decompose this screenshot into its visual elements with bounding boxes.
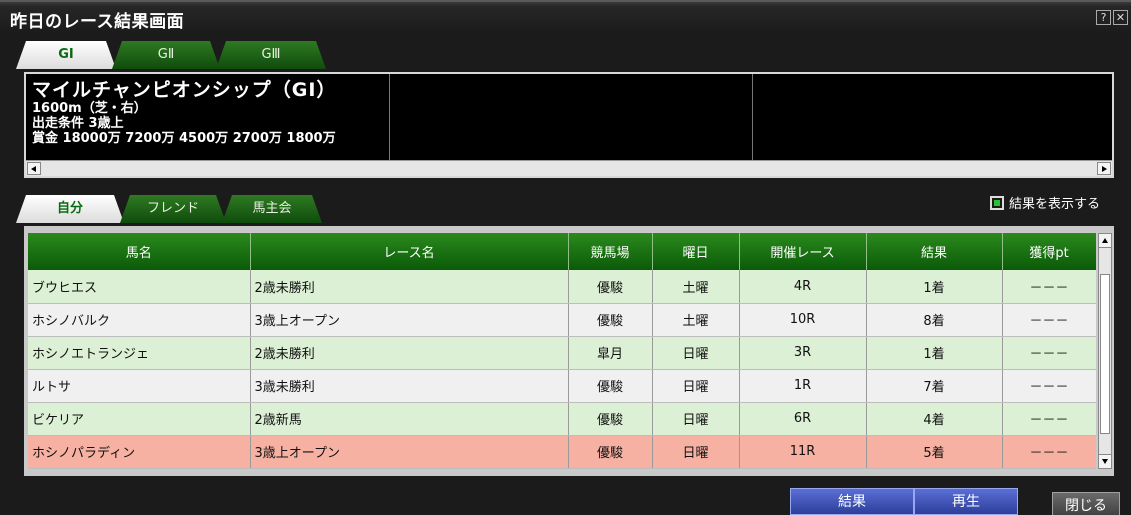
table-row[interactable]: ホシノエトランジェ 2歳未勝利 皐月 日曜 3R 1着 －－－ bbox=[28, 336, 1096, 370]
day-cell: 土曜 bbox=[652, 303, 740, 337]
close-button[interactable]: 閉じる bbox=[1052, 492, 1120, 515]
col-race-name[interactable]: レース名 bbox=[250, 233, 569, 270]
result-cell: 7着 bbox=[866, 369, 1003, 403]
help-button[interactable]: ? bbox=[1096, 10, 1111, 25]
result-cell: 4着 bbox=[866, 402, 1003, 436]
horse-name-cell: ビケリア bbox=[28, 402, 251, 436]
result-button[interactable]: 結果 bbox=[790, 488, 914, 515]
race-number-cell: 3R bbox=[739, 336, 867, 370]
race-info-panel: マイルチャンピオンシップ（GⅠ） 1600m（芝・右） 出走条件 3歳上 賞金 … bbox=[24, 72, 1114, 178]
course-cell: 皐月 bbox=[568, 336, 653, 370]
race-number-cell: 6R bbox=[739, 402, 867, 436]
col-day[interactable]: 曜日 bbox=[652, 233, 740, 270]
race-number-cell: 11R bbox=[739, 435, 867, 469]
race-number-cell: 1R bbox=[739, 369, 867, 403]
show-results-checkbox[interactable] bbox=[990, 195, 1004, 210]
points-cell: －－－ bbox=[1002, 369, 1096, 403]
race-number-cell: 10R bbox=[739, 303, 867, 337]
col-course[interactable]: 競馬場 bbox=[568, 233, 653, 270]
day-cell: 日曜 bbox=[652, 402, 740, 436]
group-tabs: 自分 フレンド 馬主会 bbox=[16, 195, 316, 223]
result-cell: 5着 bbox=[866, 435, 1003, 469]
day-cell: 土曜 bbox=[652, 270, 740, 304]
close-window-button[interactable]: ✕ bbox=[1113, 10, 1128, 25]
race-prize: 賞金 18000万 7200万 4500万 2700万 1800万 bbox=[32, 130, 336, 146]
results-table-wrap: 馬名 レース名 競馬場 曜日 開催レース 結果 獲得pt ブウヒエス 2歳未勝利優… bbox=[28, 233, 1096, 473]
day-cell: 日曜 bbox=[652, 369, 740, 403]
day-cell: 日曜 bbox=[652, 435, 740, 469]
points-cell: －－－ bbox=[1002, 402, 1096, 436]
horse-name-cell: ホシノバルク bbox=[28, 303, 251, 337]
race-column-2 bbox=[390, 74, 753, 160]
title-bar: 昨日のレース結果画面 ? ✕ bbox=[0, 0, 1131, 32]
course-cell: 優駿 bbox=[568, 270, 653, 304]
day-cell: 日曜 bbox=[652, 336, 740, 370]
tab-g1[interactable]: GⅠ bbox=[16, 41, 116, 69]
results-table: 馬名 レース名 競馬場 曜日 開催レース 結果 獲得pt ブウヒエス 2歳未勝利優… bbox=[28, 233, 1096, 469]
scroll-down-icon[interactable] bbox=[1099, 454, 1111, 468]
horse-name-cell: ルトサ bbox=[28, 369, 251, 403]
course-cell: 優駿 bbox=[568, 369, 653, 403]
course-cell: 優駿 bbox=[568, 435, 653, 469]
table-row[interactable]: ホシノパラディン 3歳上オープン 優駿 日曜 11R 5着 －－－ bbox=[28, 435, 1096, 469]
horse-name-cell: ホシノエトランジェ bbox=[28, 336, 251, 370]
replay-button[interactable]: 再生 bbox=[914, 488, 1018, 515]
col-result[interactable]: 結果 bbox=[866, 233, 1003, 270]
col-points[interactable]: 獲得pt bbox=[1002, 233, 1096, 270]
table-row[interactable]: ビケリア 2歳新馬 優駿 日曜 6R 4着 －－－ bbox=[28, 402, 1096, 436]
points-cell: －－－ bbox=[1002, 270, 1096, 304]
tab-owners-club[interactable]: 馬主会 bbox=[222, 195, 322, 223]
horse-name-cell: ブウヒエス bbox=[28, 270, 251, 304]
show-results-label: 結果を表示する bbox=[1009, 197, 1101, 212]
grade-tabs: GⅠ GⅡ GⅢ bbox=[16, 41, 316, 69]
race-name-cell: 3歳上オープン bbox=[250, 435, 569, 469]
result-cell: 8着 bbox=[866, 303, 1003, 337]
vertical-scrollbar[interactable] bbox=[1098, 233, 1112, 469]
col-horse-name[interactable]: 馬名 bbox=[28, 233, 251, 270]
tab-g3[interactable]: GⅢ bbox=[216, 41, 326, 69]
table-row[interactable]: ブウヒエス 2歳未勝利 優駿 土曜 4R 1着 －－－ bbox=[28, 270, 1096, 304]
table-header-row: 馬名 レース名 競馬場 曜日 開催レース 結果 獲得pt bbox=[28, 233, 1096, 270]
scroll-up-icon[interactable] bbox=[1099, 234, 1111, 248]
table-row[interactable]: ホシノバルク 3歳上オープン 優駿 土曜 10R 8着 －－－ bbox=[28, 303, 1096, 337]
tab-friend[interactable]: フレンド bbox=[120, 195, 226, 223]
race-name-cell: 3歳未勝利 bbox=[250, 369, 569, 403]
horizontal-scrollbar[interactable] bbox=[26, 160, 1112, 176]
result-cell: 1着 bbox=[866, 336, 1003, 370]
race-name: マイルチャンピオンシップ（GⅠ） bbox=[32, 79, 337, 101]
scroll-right-icon[interactable] bbox=[1097, 162, 1111, 175]
results-panel: 馬名 レース名 競馬場 曜日 開催レース 結果 獲得pt ブウヒエス 2歳未勝利優… bbox=[24, 226, 1114, 476]
race-condition: 出走条件 3歳上 bbox=[32, 115, 124, 131]
course-cell: 優駿 bbox=[568, 402, 653, 436]
race-name-cell: 2歳未勝利 bbox=[250, 270, 569, 304]
result-cell: 1着 bbox=[866, 270, 1003, 304]
tab-g2[interactable]: GⅡ bbox=[112, 41, 220, 69]
race-name-cell: 2歳未勝利 bbox=[250, 336, 569, 370]
course-cell: 優駿 bbox=[568, 303, 653, 337]
race-name-cell: 3歳上オープン bbox=[250, 303, 569, 337]
points-cell: －－－ bbox=[1002, 303, 1096, 337]
table-row[interactable]: ルトサ 3歳未勝利 優駿 日曜 1R 7着 －－－ bbox=[28, 369, 1096, 403]
race-name-cell: 2歳新馬 bbox=[250, 402, 569, 436]
race-distance: 1600m（芝・右） bbox=[32, 100, 147, 116]
scroll-left-icon[interactable] bbox=[27, 162, 41, 175]
scroll-thumb[interactable] bbox=[1100, 274, 1110, 434]
points-cell: －－－ bbox=[1002, 435, 1096, 469]
race-column-3 bbox=[753, 74, 1112, 160]
race-number-cell: 4R bbox=[739, 270, 867, 304]
col-race-number[interactable]: 開催レース bbox=[739, 233, 867, 270]
horse-name-cell: ホシノパラディン bbox=[28, 435, 251, 469]
race-column-1: マイルチャンピオンシップ（GⅠ） 1600m（芝・右） 出走条件 3歳上 賞金 … bbox=[26, 74, 390, 160]
show-results-option[interactable]: 結果を表示する bbox=[990, 193, 1100, 212]
points-cell: －－－ bbox=[1002, 336, 1096, 370]
tab-self[interactable]: 自分 bbox=[16, 195, 124, 223]
window-title: 昨日のレース結果画面 bbox=[10, 12, 185, 32]
